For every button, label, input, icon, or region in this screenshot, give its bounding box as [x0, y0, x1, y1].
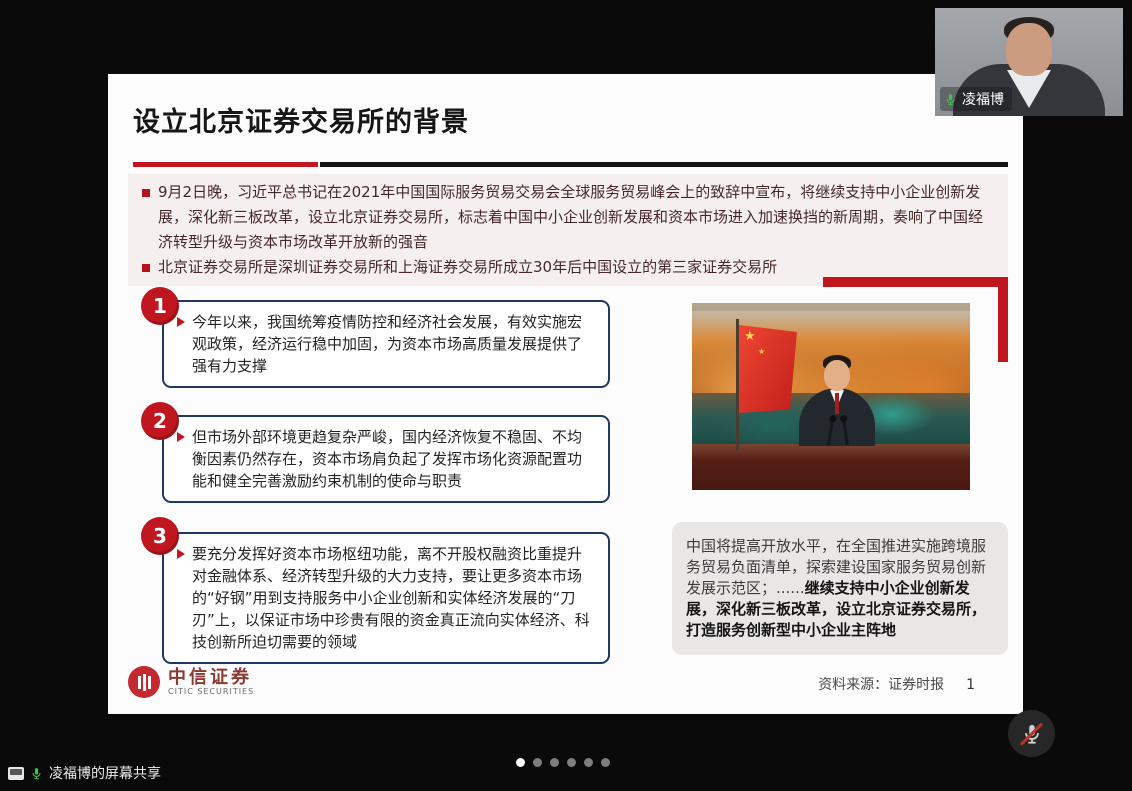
photo-speaker-face [824, 360, 850, 391]
webcam-tile[interactable]: 凌福博 [935, 8, 1123, 116]
screen-share-label: 凌福博的屏幕共享 [49, 763, 161, 783]
banner-bullet-text: 北京证券交易所是深圳证券交易所和上海证券交易所成立30年后中国设立的第三家证券交… [158, 255, 777, 280]
point-box: 但市场外部环境更趋复杂严峻，国内经济恢复不稳固、不均衡因素仍然存在，资本市场肩负… [162, 415, 610, 503]
source-label: 资料来源：证券时报 [818, 677, 944, 693]
point-number-badge: 2 [141, 402, 179, 440]
headline-banner: 9月2日晚，习近平总书记在2021年中国国际服务贸易交易会全球服务贸易峰会上的致… [128, 174, 1008, 286]
title-underline-black [320, 162, 1008, 167]
pagination-dots[interactable] [516, 758, 610, 767]
meeting-window: 设立北京证券交易所的背景 9月2日晚，习近平总书记在2021年中国国际服务贸易交… [0, 0, 1132, 791]
point-text: 但市场外部环境更趋复杂严峻，国内经济恢复不稳固、不均衡因素仍然存在，资本市场肩负… [192, 426, 596, 492]
citic-logo-icon [128, 666, 160, 698]
red-corner-accent [823, 277, 1008, 287]
screen-share-indicator: 凌福博的屏幕共享 [8, 763, 161, 783]
page-number: 1 [966, 677, 975, 693]
shared-slide: 设立北京证券交易所的背景 9月2日晚，习近平总书记在2021年中国国际服务贸易交… [108, 74, 1023, 714]
title-underline-red [133, 162, 318, 167]
red-corner-accent [998, 277, 1008, 362]
square-bullet-icon [142, 264, 150, 272]
pagination-dot[interactable] [567, 758, 576, 767]
arrow-bullet-icon [177, 432, 185, 442]
banner-bullet-text: 9月2日晚，习近平总书记在2021年中国国际服务贸易交易会全球服务贸易峰会上的致… [158, 180, 994, 255]
photo-speaker-tie [835, 393, 839, 414]
photo-desk [692, 444, 970, 490]
banner-bullet: 9月2日晚，习近平总书记在2021年中国国际服务贸易交易会全球服务贸易峰会上的致… [142, 180, 994, 255]
citic-logo-en: CITIC SECURITIES [168, 687, 254, 696]
arrow-bullet-icon [177, 317, 185, 327]
slide-title: 设立北京证券交易所的背景 [133, 100, 469, 139]
point-number-badge: 1 [141, 287, 179, 325]
point-number-badge: 3 [141, 517, 179, 555]
citic-logo-cn: 中信证券 [168, 669, 254, 687]
pagination-dot[interactable] [601, 758, 610, 767]
participant-name-badge: 凌福博 [940, 87, 1012, 111]
pagination-dot[interactable] [550, 758, 559, 767]
pagination-dot[interactable] [584, 758, 593, 767]
pagination-dot[interactable] [533, 758, 542, 767]
flag-star-icon: ★ [744, 329, 756, 344]
mic-on-icon [30, 767, 43, 780]
screen-share-icon [8, 767, 24, 780]
flag-star-icon: ★ [758, 347, 765, 356]
source-line: 资料来源：证券时报 1 [818, 674, 975, 694]
citic-logo: 中信证券 CITIC SECURITIES [128, 666, 254, 698]
square-bullet-icon [142, 189, 150, 197]
photo-xi-jinping-speech: ★ ★ [692, 303, 970, 490]
point-box: 要充分发挥好资本市场枢纽功能，离不开股权融资比重提升对金融体系、经济转型升级的大… [162, 532, 610, 664]
mic-on-icon [944, 93, 957, 106]
mute-button[interactable] [1008, 710, 1055, 757]
pagination-dot[interactable] [516, 758, 525, 767]
arrow-bullet-icon [177, 549, 185, 559]
flag-pole [736, 319, 739, 451]
quote-box: 中国将提高开放水平，在全国推进实施跨境服务贸易负面清单，探索建设国家服务贸易创新… [672, 522, 1008, 655]
point-text: 今年以来，我国统筹疫情防控和经济社会发展，有效实施宏观政策，经济运行稳中加固，为… [192, 311, 596, 377]
point-text: 要充分发挥好资本市场枢纽功能，离不开股权融资比重提升对金融体系、经济转型升级的大… [192, 543, 596, 653]
participant-name: 凌福博 [962, 89, 1004, 109]
webcam-person-face [1006, 23, 1052, 76]
point-box: 今年以来，我国统筹疫情防控和经济社会发展，有效实施宏观政策，经济运行稳中加固，为… [162, 300, 610, 388]
